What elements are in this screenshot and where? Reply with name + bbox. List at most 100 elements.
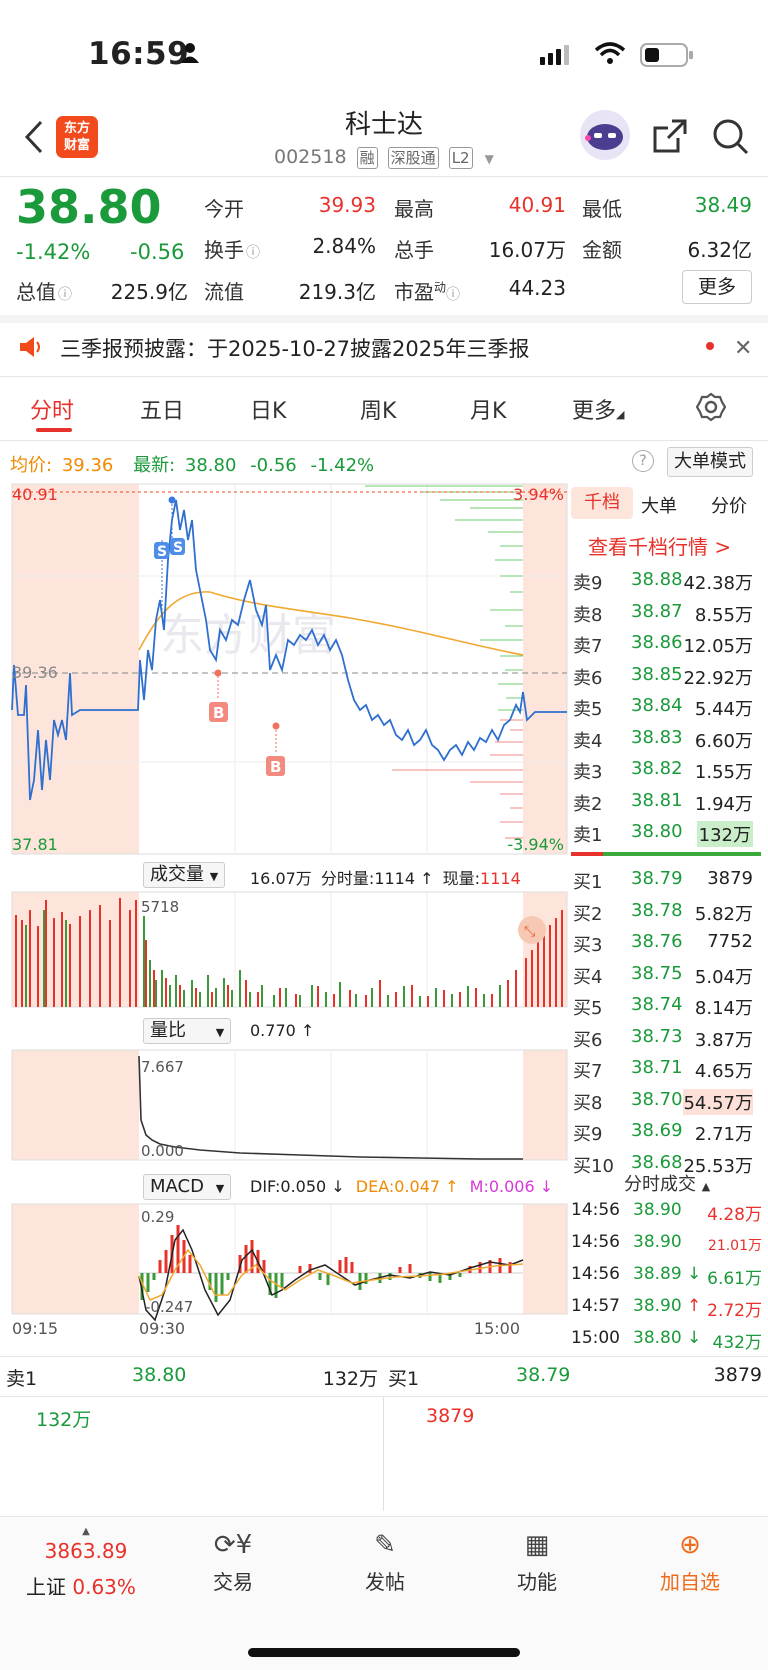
- stock-code: 002518: [274, 146, 347, 168]
- home-indicator[interactable]: [248, 1648, 520, 1657]
- index-name: 上证: [26, 1575, 66, 1599]
- trade-time: 14:57: [571, 1296, 620, 1316]
- ask-row[interactable]: 卖1 38.80 132万: [571, 819, 761, 847]
- bid-label: 买8: [573, 1092, 603, 1114]
- bid-row[interactable]: 买4 38.75 5.04万: [571, 961, 761, 989]
- info-icon: ⓘ: [246, 245, 260, 261]
- settings-icon[interactable]: [695, 392, 727, 426]
- nav-functions[interactable]: ▦ 功能: [487, 1530, 587, 1595]
- volume-selector[interactable]: 成交量 ▼: [143, 862, 226, 888]
- ask-volume: 1.55万: [694, 762, 753, 783]
- bid-row[interactable]: 买1 38.79 3879: [571, 866, 761, 894]
- notice-text[interactable]: 三季报预披露：于2025-10-27披露2025年三季报: [60, 333, 529, 363]
- open-label: 今开: [204, 197, 244, 221]
- bid-volume: 7752: [707, 931, 753, 952]
- tab-intraday[interactable]: 分时: [30, 393, 74, 425]
- float-cap-value: 219.3亿: [298, 280, 376, 304]
- ask-volume: 5.44万: [694, 699, 753, 720]
- macd-selector[interactable]: MACD ▼: [143, 1174, 232, 1200]
- amount-value: 6.32亿: [687, 238, 752, 262]
- change-amount: -0.56: [130, 240, 185, 264]
- bid-price: 38.78: [631, 899, 683, 921]
- trade-row: 14:57 38.90 ↑ 2.72万: [571, 1292, 766, 1322]
- bid-row[interactable]: 买6 38.73 3.87万: [571, 1024, 761, 1052]
- nav-trade[interactable]: ⟳¥ 交易: [183, 1530, 283, 1595]
- trade-price: 38.90: [633, 1296, 682, 1316]
- pe-label[interactable]: 市盈动ⓘ: [394, 276, 460, 305]
- nav-post[interactable]: ✎ 发帖: [335, 1530, 435, 1595]
- nav-add-watchlist[interactable]: ⊕ 加自选: [640, 1530, 740, 1595]
- depth-bars: [365, 485, 523, 839]
- bid-row[interactable]: 买3 38.76 7752: [571, 929, 761, 957]
- bid-volume: 54.57万: [683, 1088, 753, 1115]
- tab-price-distribution[interactable]: 分价: [711, 492, 747, 518]
- latest-pct: -1.42%: [310, 455, 375, 476]
- ask-row[interactable]: 卖5 38.84 5.44万: [571, 693, 761, 721]
- ask-label: 卖3: [573, 762, 603, 783]
- stock-code-row[interactable]: 002518 融 深股通 L2 ▼: [274, 146, 494, 169]
- more-button[interactable]: 更多: [682, 270, 752, 304]
- bid-label: 买4: [573, 966, 603, 988]
- ask-row[interactable]: 卖8 38.87 8.55万: [571, 599, 761, 627]
- index-ticker[interactable]: ▲ 3863.89 上证 0.63%: [26, 1526, 146, 1600]
- tab-weekly-k[interactable]: 周K: [360, 393, 396, 425]
- tab-big-order[interactable]: 大单: [641, 492, 677, 518]
- time-label-open: 09:15: [12, 1319, 58, 1338]
- ask-label: 卖1: [573, 825, 603, 846]
- ask-price: 38.83: [631, 726, 683, 748]
- trade-row: 14:56 38.89 ↓ 6.61万: [571, 1260, 766, 1290]
- help-icon[interactable]: ?: [632, 450, 654, 472]
- latest-price: 38.80: [184, 455, 237, 476]
- price-mid-label: 39.36: [12, 663, 58, 682]
- tab-daily-k[interactable]: 日K: [250, 393, 286, 425]
- search-icon[interactable]: [712, 118, 750, 160]
- bid-row[interactable]: 买8 38.70 54.57万: [571, 1087, 761, 1115]
- bid-row[interactable]: 买2 38.78 5.82万: [571, 898, 761, 926]
- share-icon[interactable]: [652, 118, 688, 158]
- ask-row[interactable]: 卖9 38.88 42.38万: [571, 567, 761, 595]
- trade-direction: ↓: [687, 1328, 702, 1348]
- trade-time: 15:00: [571, 1328, 620, 1348]
- low-value: 38.49: [694, 193, 752, 217]
- trade-time: 14:56: [571, 1264, 620, 1284]
- bid-row[interactable]: 买5 38.74 8.14万: [571, 992, 761, 1020]
- big-order-mode-button[interactable]: 大单模式: [667, 447, 753, 477]
- index-value: 3863.89: [44, 1539, 128, 1563]
- robot-assistant-icon[interactable]: [578, 108, 632, 166]
- ask-row[interactable]: 卖6 38.85 22.92万: [571, 662, 761, 690]
- tab-five-day[interactable]: 五日: [140, 393, 184, 425]
- market-cap-label[interactable]: 总值 ⓘ: [16, 276, 72, 305]
- tab-monthly-k[interactable]: 月K: [470, 393, 506, 425]
- ask-row[interactable]: 卖7 38.86 12.05万: [571, 630, 761, 658]
- view-thousand-level-link[interactable]: 查看千档行情 >: [588, 531, 731, 560]
- ask-label: 卖7: [573, 636, 603, 657]
- open-value: 39.93: [318, 193, 376, 217]
- ask-label: 卖9: [573, 573, 603, 594]
- ask-volume: 22.92万: [683, 667, 753, 689]
- high-value: 40.91: [508, 193, 566, 217]
- intraday-chart[interactable]: 东方财富 S S B B 40.91 39.36 37.81 3.94% -3.…: [0, 480, 570, 1340]
- bid-volume: 3.87万: [694, 1029, 753, 1051]
- tag-shenzhen-connect: 深股通: [387, 147, 439, 169]
- bid-volume: 4.65万: [694, 1061, 753, 1082]
- ask-row[interactable]: 卖4 38.83 6.60万: [571, 725, 761, 753]
- speaker-icon: [18, 336, 44, 362]
- trade-volume: 4.28万: [707, 1205, 762, 1225]
- tab-thousand-level[interactable]: 千档: [571, 487, 633, 519]
- ratio-selector[interactable]: 量比 ▼: [143, 1018, 232, 1044]
- trades-header[interactable]: 分时成交 ▲: [624, 1170, 710, 1196]
- low-label: 最低: [582, 197, 622, 221]
- bid-row[interactable]: 买9 38.69 2.71万: [571, 1118, 761, 1146]
- tab-more[interactable]: 更多◢: [572, 393, 624, 425]
- bid-volume: 5.82万: [694, 903, 753, 925]
- bid-volume: 3879: [707, 868, 753, 889]
- ask-row[interactable]: 卖2 38.81 1.94万: [571, 788, 761, 816]
- trade-row: 14:56 38.90 4.28万: [571, 1196, 766, 1226]
- svg-text:⤡: ⤡: [524, 924, 535, 940]
- turnover-label[interactable]: 换手 ⓘ: [204, 234, 260, 263]
- macd-max-label: 0.29: [141, 1208, 174, 1226]
- ask-row[interactable]: 卖3 38.82 1.55万: [571, 756, 761, 784]
- bid-row[interactable]: 买7 38.71 4.65万: [571, 1055, 761, 1083]
- dropdown-icon: ▼: [484, 152, 494, 166]
- close-icon[interactable]: ✕: [734, 336, 752, 361]
